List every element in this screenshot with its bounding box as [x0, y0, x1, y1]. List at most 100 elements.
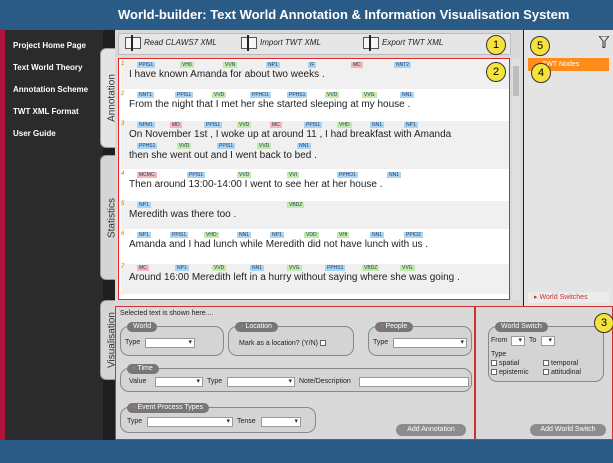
pos-tag[interactable]: VVD: [212, 92, 227, 98]
people-type-select[interactable]: [393, 338, 467, 348]
pos-tag[interactable]: PPIS1: [304, 122, 323, 128]
pos-tag[interactable]: NN1: [237, 232, 252, 238]
pos-tag[interactable]: NPM1: [137, 122, 155, 128]
world-type-select[interactable]: [145, 338, 195, 348]
world-switches-bar[interactable]: ▸ World Switches: [528, 292, 609, 303]
pos-tag[interactable]: IF: [308, 62, 317, 68]
pos-tag[interactable]: PPIS1: [204, 122, 223, 128]
pos-tag[interactable]: VVG: [400, 265, 415, 271]
pos-tag[interactable]: PPIS1: [175, 92, 194, 98]
pos-tag[interactable]: NP1: [175, 265, 189, 271]
pos-tag[interactable]: NP1: [137, 202, 151, 208]
add-world-switch-button[interactable]: Add World Switch: [530, 424, 606, 436]
pos-tag[interactable]: NP1: [137, 232, 151, 238]
pos-tag[interactable]: NNT2: [394, 62, 412, 68]
annotation-text-area[interactable]: 1 PPIS1 VH0 VVN NP1 IF MC NNT2 I have known Aman…: [118, 58, 510, 300]
pos-tag[interactable]: VVG: [362, 92, 377, 98]
sentence-text[interactable]: Amanda and I had lunch while Meredith di…: [129, 239, 428, 250]
pos-tag[interactable]: VVD: [257, 143, 272, 149]
pos-tag[interactable]: PPHS1: [325, 265, 346, 271]
text-scrollbar[interactable]: [512, 58, 520, 300]
event-type-select[interactable]: [147, 417, 233, 427]
to-select[interactable]: [541, 336, 555, 346]
tense-select[interactable]: [261, 417, 301, 427]
pos-tag[interactable]: VVN: [223, 62, 238, 68]
sentence-row[interactable]: 2 NNT1 PPIS1 VVD PPHO1 PPHS1 VVD VVG NN1 From the…: [121, 91, 509, 119]
pos-tag[interactable]: MCMC: [137, 172, 157, 178]
spatial-option[interactable]: spatial: [491, 360, 519, 367]
pos-tag[interactable]: NN1: [297, 143, 312, 149]
pos-tag[interactable]: NN1: [370, 232, 385, 238]
pos-tag[interactable]: VDD: [304, 232, 319, 238]
sentence-row[interactable]: 1 PPIS1 VH0 VVN NP1 IF MC NNT2 I have known Aman…: [121, 61, 509, 89]
pos-tag[interactable]: NP1: [270, 232, 284, 238]
pos-tag[interactable]: NNT1: [137, 92, 155, 98]
pos-tag[interactable]: PPHO1: [337, 172, 358, 178]
pos-tag[interactable]: MC: [351, 62, 363, 68]
scrollbar-thumb[interactable]: [513, 66, 519, 96]
pos-tag[interactable]: VVD: [177, 143, 192, 149]
sentence-text[interactable]: From the night that I met her she starte…: [129, 99, 410, 110]
sidebar-item-text-world-theory[interactable]: Text World Theory: [5, 60, 103, 82]
export-twt-button[interactable]: Export TWT XML: [363, 35, 443, 51]
pos-tag[interactable]: NN1: [250, 265, 265, 271]
attitudinal-option[interactable]: attitudinal: [543, 369, 581, 376]
mark-location-checkbox[interactable]: [319, 340, 326, 347]
from-select[interactable]: [511, 336, 525, 346]
epistemic-option[interactable]: epistemic: [491, 369, 529, 376]
pos-tag[interactable]: PPIS1: [170, 232, 189, 238]
time-note-input[interactable]: [359, 377, 469, 387]
sidebar-item-annotation-scheme[interactable]: Annotation Scheme: [5, 82, 103, 104]
sentence-text[interactable]: I have known Amanda for about two weeks …: [129, 69, 325, 80]
pos-tag[interactable]: NN1: [370, 122, 385, 128]
pos-tag[interactable]: VVD: [237, 122, 252, 128]
pos-tag[interactable]: VBDZ: [287, 202, 305, 208]
sentence-row[interactable]: 3 NPM1 MD PPIS1 VVD MC PPIS1 VHD NN1 NP1 On Novemb…: [121, 121, 509, 169]
pos-tag[interactable]: NN1: [387, 172, 402, 178]
time-type-select[interactable]: [227, 377, 295, 387]
pos-tag[interactable]: VHI: [337, 232, 350, 238]
sidebar-item-project-home[interactable]: Project Home Page: [5, 38, 103, 60]
filter-icon[interactable]: [599, 36, 609, 48]
attitudinal-checkbox[interactable]: [543, 369, 549, 376]
pos-tag[interactable]: VVD: [325, 92, 340, 98]
time-value-select[interactable]: [155, 377, 203, 387]
epistemic-checkbox[interactable]: [491, 369, 497, 376]
pos-tag[interactable]: PPHS1: [137, 143, 158, 149]
spatial-checkbox[interactable]: [491, 360, 497, 367]
pos-tag[interactable]: VVG: [287, 265, 302, 271]
pos-tag[interactable]: PPIS1: [187, 172, 206, 178]
pos-tag[interactable]: VVI: [287, 172, 300, 178]
pos-tag[interactable]: NP1: [266, 62, 280, 68]
temporal-option[interactable]: temporal: [543, 360, 578, 367]
pos-tag[interactable]: VHD: [204, 232, 219, 238]
sentence-row[interactable]: 7 MC NP1 VVD NN1 VVG PPHS1 VBDZ VVG Around 16:00 …: [121, 264, 509, 294]
pos-tag[interactable]: VHD: [337, 122, 352, 128]
sidebar-item-twt-xml-format[interactable]: TWT XML Format: [5, 104, 103, 126]
pos-tag[interactable]: PPHS1: [287, 92, 308, 98]
import-twt-button[interactable]: Import TWT XML: [241, 35, 321, 51]
sentence-text[interactable]: then she went out and I went back to bed…: [129, 150, 317, 161]
pos-tag[interactable]: PPHO1: [250, 92, 271, 98]
sentence-text[interactable]: Around 16:00 Meredith left in a hurry wi…: [129, 272, 460, 283]
sidebar-item-user-guide[interactable]: User Guide: [5, 126, 103, 148]
sentence-text[interactable]: Meredith was there too .: [129, 209, 236, 220]
sentence-text[interactable]: Then around 13:00-14:00 I went to see he…: [129, 179, 383, 190]
pos-tag[interactable]: VVD: [212, 265, 227, 271]
temporal-checkbox[interactable]: [543, 360, 549, 367]
add-annotation-button[interactable]: Add Annotation: [396, 424, 466, 436]
pos-tag[interactable]: MD: [170, 122, 182, 128]
pos-tag[interactable]: PPIO2: [404, 232, 423, 238]
pos-tag[interactable]: PPIS1: [137, 62, 156, 68]
pos-tag[interactable]: PPIS1: [217, 143, 236, 149]
sentence-row[interactable]: 4 MCMC PPIS1 VVD VVI PPHO1 NN1 Then around 13:0…: [121, 171, 509, 199]
sentence-row[interactable]: 6 NP1 PPIS1 VHD NN1 NP1 VDD VHI NN1 PPIO2 Amanda a…: [121, 231, 509, 261]
pos-tag[interactable]: VVD: [237, 172, 252, 178]
pos-tag[interactable]: MC: [270, 122, 282, 128]
pos-tag[interactable]: MC: [137, 265, 149, 271]
pos-tag[interactable]: NN1: [400, 92, 415, 98]
pos-tag[interactable]: VBDZ: [362, 265, 380, 271]
read-claws7-button[interactable]: Read CLAWS7 XML: [125, 35, 217, 51]
sentence-row[interactable]: 5 NP1 VBDZ Meredith was there too .: [121, 201, 509, 229]
pos-tag[interactable]: NP1: [404, 122, 418, 128]
